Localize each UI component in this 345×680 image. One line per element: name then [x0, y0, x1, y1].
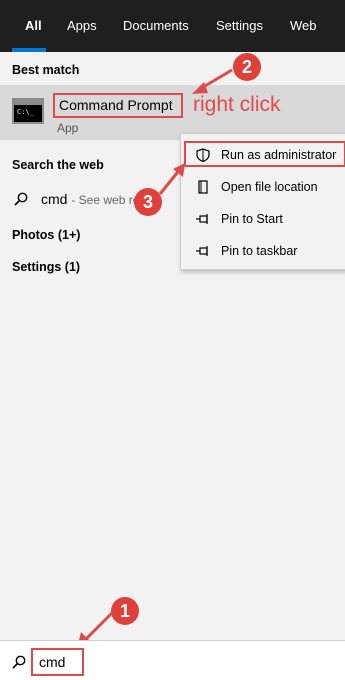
menu-item-label: Run as administrator	[221, 148, 337, 162]
best-match-app-type: App	[57, 121, 79, 135]
shield-icon	[196, 148, 210, 162]
menu-item-label: Open file location	[221, 180, 318, 194]
search-tabs-bar: All Apps Documents Settings Web	[0, 0, 345, 52]
tab-web[interactable]: Web	[290, 0, 317, 52]
menu-open-file-location[interactable]: Open file location	[181, 172, 345, 202]
search-input[interactable]: cmd	[31, 648, 84, 676]
menu-pin-to-start[interactable]: Pin to Start	[181, 204, 345, 234]
search-icon	[12, 655, 26, 669]
category-photos[interactable]: Photos (1+)	[12, 228, 80, 242]
tab-apps[interactable]: Apps	[67, 0, 97, 52]
context-menu: Run as administrator Open file location …	[180, 133, 345, 270]
menu-item-label: Pin to Start	[221, 212, 283, 226]
tab-settings[interactable]: Settings	[216, 0, 263, 52]
best-match-app-name[interactable]: Command Prompt	[53, 93, 183, 118]
search-web-heading: Search the web	[12, 158, 104, 172]
tab-documents[interactable]: Documents	[123, 0, 189, 52]
step-3-arrow-icon	[158, 163, 185, 195]
category-settings[interactable]: Settings (1)	[12, 260, 80, 274]
right-click-annotation: right click	[193, 93, 281, 116]
icon-prompt-text: C:\_	[17, 108, 34, 116]
active-tab-indicator	[12, 48, 46, 52]
menu-run-as-administrator[interactable]: Run as administrator	[181, 140, 345, 170]
best-match-heading: Best match	[12, 63, 80, 77]
search-icon	[14, 192, 28, 206]
tab-all[interactable]: All	[25, 0, 42, 52]
command-prompt-icon: C:\_	[12, 98, 44, 124]
pin-icon	[196, 214, 208, 224]
icon-titlebar	[14, 100, 42, 105]
web-query: cmd	[41, 191, 68, 207]
menu-pin-to-taskbar[interactable]: Pin to taskbar	[181, 236, 345, 266]
pin-icon	[196, 246, 208, 256]
menu-item-label: Pin to taskbar	[221, 244, 298, 258]
folder-icon	[198, 180, 208, 194]
